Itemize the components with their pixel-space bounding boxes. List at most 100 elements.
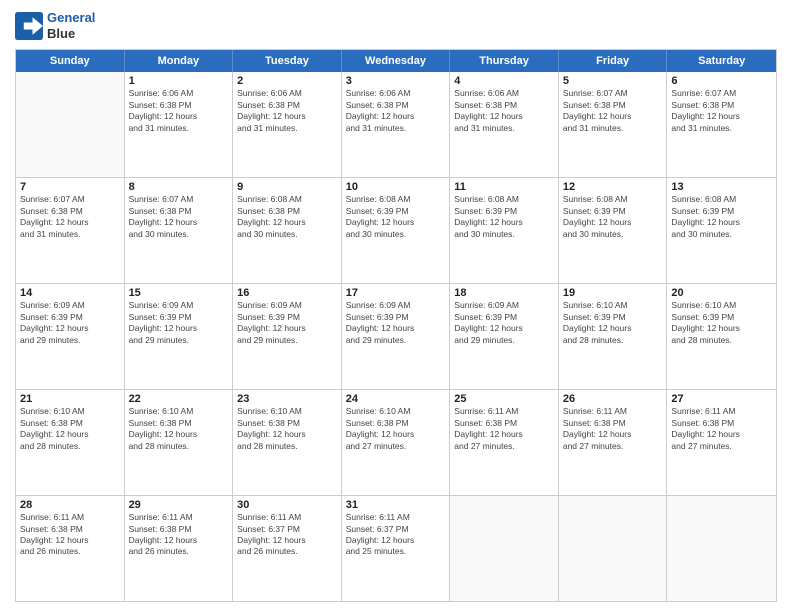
- calendar-cell: 2Sunrise: 6:06 AM Sunset: 6:38 PM Daylig…: [233, 72, 342, 177]
- calendar-cell: 6Sunrise: 6:07 AM Sunset: 6:38 PM Daylig…: [667, 72, 776, 177]
- day-info: Sunrise: 6:10 AM Sunset: 6:38 PM Dayligh…: [346, 406, 446, 452]
- day-info: Sunrise: 6:07 AM Sunset: 6:38 PM Dayligh…: [563, 88, 663, 134]
- header: General Blue: [15, 10, 777, 41]
- day-number: 7: [20, 181, 120, 193]
- day-info: Sunrise: 6:07 AM Sunset: 6:38 PM Dayligh…: [20, 194, 120, 240]
- logo: General Blue: [15, 10, 95, 41]
- calendar-cell: [667, 496, 776, 601]
- day-info: Sunrise: 6:08 AM Sunset: 6:39 PM Dayligh…: [671, 194, 772, 240]
- day-info: Sunrise: 6:10 AM Sunset: 6:39 PM Dayligh…: [671, 300, 772, 346]
- calendar-cell: 10Sunrise: 6:08 AM Sunset: 6:39 PM Dayli…: [342, 178, 451, 283]
- calendar-cell: 12Sunrise: 6:08 AM Sunset: 6:39 PM Dayli…: [559, 178, 668, 283]
- day-info: Sunrise: 6:08 AM Sunset: 6:38 PM Dayligh…: [237, 194, 337, 240]
- day-info: Sunrise: 6:06 AM Sunset: 6:38 PM Dayligh…: [237, 88, 337, 134]
- calendar-cell: 3Sunrise: 6:06 AM Sunset: 6:38 PM Daylig…: [342, 72, 451, 177]
- day-info: Sunrise: 6:06 AM Sunset: 6:38 PM Dayligh…: [346, 88, 446, 134]
- day-number: 1: [129, 75, 229, 87]
- day-number: 2: [237, 75, 337, 87]
- day-info: Sunrise: 6:11 AM Sunset: 6:38 PM Dayligh…: [129, 512, 229, 558]
- day-number: 16: [237, 287, 337, 299]
- calendar-cell: [16, 72, 125, 177]
- calendar-cell: 15Sunrise: 6:09 AM Sunset: 6:39 PM Dayli…: [125, 284, 234, 389]
- day-info: Sunrise: 6:06 AM Sunset: 6:38 PM Dayligh…: [454, 88, 554, 134]
- day-header-friday: Friday: [559, 50, 668, 72]
- day-info: Sunrise: 6:11 AM Sunset: 6:38 PM Dayligh…: [454, 406, 554, 452]
- calendar-cell: 11Sunrise: 6:08 AM Sunset: 6:39 PM Dayli…: [450, 178, 559, 283]
- day-info: Sunrise: 6:11 AM Sunset: 6:38 PM Dayligh…: [563, 406, 663, 452]
- day-info: Sunrise: 6:09 AM Sunset: 6:39 PM Dayligh…: [237, 300, 337, 346]
- day-number: 14: [20, 287, 120, 299]
- day-info: Sunrise: 6:10 AM Sunset: 6:38 PM Dayligh…: [129, 406, 229, 452]
- day-info: Sunrise: 6:10 AM Sunset: 6:38 PM Dayligh…: [20, 406, 120, 452]
- day-header-saturday: Saturday: [667, 50, 776, 72]
- day-number: 10: [346, 181, 446, 193]
- calendar-cell: 16Sunrise: 6:09 AM Sunset: 6:39 PM Dayli…: [233, 284, 342, 389]
- day-info: Sunrise: 6:11 AM Sunset: 6:37 PM Dayligh…: [346, 512, 446, 558]
- page: General Blue SundayMondayTuesdayWednesda…: [0, 0, 792, 612]
- calendar-cell: 17Sunrise: 6:09 AM Sunset: 6:39 PM Dayli…: [342, 284, 451, 389]
- calendar-cell: 13Sunrise: 6:08 AM Sunset: 6:39 PM Dayli…: [667, 178, 776, 283]
- calendar-cell: 14Sunrise: 6:09 AM Sunset: 6:39 PM Dayli…: [16, 284, 125, 389]
- day-number: 25: [454, 393, 554, 405]
- day-info: Sunrise: 6:09 AM Sunset: 6:39 PM Dayligh…: [20, 300, 120, 346]
- calendar-cell: 29Sunrise: 6:11 AM Sunset: 6:38 PM Dayli…: [125, 496, 234, 601]
- day-number: 12: [563, 181, 663, 193]
- calendar-cell: 1Sunrise: 6:06 AM Sunset: 6:38 PM Daylig…: [125, 72, 234, 177]
- day-number: 6: [671, 75, 772, 87]
- day-number: 17: [346, 287, 446, 299]
- day-info: Sunrise: 6:10 AM Sunset: 6:39 PM Dayligh…: [563, 300, 663, 346]
- day-info: Sunrise: 6:08 AM Sunset: 6:39 PM Dayligh…: [454, 194, 554, 240]
- day-number: 11: [454, 181, 554, 193]
- calendar-row: 7Sunrise: 6:07 AM Sunset: 6:38 PM Daylig…: [16, 177, 776, 283]
- calendar-cell: 7Sunrise: 6:07 AM Sunset: 6:38 PM Daylig…: [16, 178, 125, 283]
- day-number: 29: [129, 499, 229, 511]
- calendar-cell: 26Sunrise: 6:11 AM Sunset: 6:38 PM Dayli…: [559, 390, 668, 495]
- calendar-cell: 8Sunrise: 6:07 AM Sunset: 6:38 PM Daylig…: [125, 178, 234, 283]
- calendar-cell: [450, 496, 559, 601]
- day-info: Sunrise: 6:09 AM Sunset: 6:39 PM Dayligh…: [346, 300, 446, 346]
- day-info: Sunrise: 6:11 AM Sunset: 6:38 PM Dayligh…: [671, 406, 772, 452]
- day-number: 20: [671, 287, 772, 299]
- day-header-tuesday: Tuesday: [233, 50, 342, 72]
- calendar-cell: 21Sunrise: 6:10 AM Sunset: 6:38 PM Dayli…: [16, 390, 125, 495]
- day-info: Sunrise: 6:10 AM Sunset: 6:38 PM Dayligh…: [237, 406, 337, 452]
- calendar-body: 1Sunrise: 6:06 AM Sunset: 6:38 PM Daylig…: [16, 72, 776, 601]
- calendar-cell: 27Sunrise: 6:11 AM Sunset: 6:38 PM Dayli…: [667, 390, 776, 495]
- calendar-cell: 23Sunrise: 6:10 AM Sunset: 6:38 PM Dayli…: [233, 390, 342, 495]
- day-number: 21: [20, 393, 120, 405]
- calendar-cell: 19Sunrise: 6:10 AM Sunset: 6:39 PM Dayli…: [559, 284, 668, 389]
- calendar-cell: 4Sunrise: 6:06 AM Sunset: 6:38 PM Daylig…: [450, 72, 559, 177]
- day-number: 30: [237, 499, 337, 511]
- calendar-cell: 5Sunrise: 6:07 AM Sunset: 6:38 PM Daylig…: [559, 72, 668, 177]
- day-info: Sunrise: 6:08 AM Sunset: 6:39 PM Dayligh…: [563, 194, 663, 240]
- calendar-row: 28Sunrise: 6:11 AM Sunset: 6:38 PM Dayli…: [16, 495, 776, 601]
- day-number: 15: [129, 287, 229, 299]
- day-number: 23: [237, 393, 337, 405]
- calendar-header: SundayMondayTuesdayWednesdayThursdayFrid…: [16, 50, 776, 72]
- day-info: Sunrise: 6:08 AM Sunset: 6:39 PM Dayligh…: [346, 194, 446, 240]
- day-info: Sunrise: 6:07 AM Sunset: 6:38 PM Dayligh…: [671, 88, 772, 134]
- calendar-cell: 9Sunrise: 6:08 AM Sunset: 6:38 PM Daylig…: [233, 178, 342, 283]
- day-header-sunday: Sunday: [16, 50, 125, 72]
- calendar-row: 1Sunrise: 6:06 AM Sunset: 6:38 PM Daylig…: [16, 72, 776, 177]
- logo-text: General Blue: [47, 10, 95, 41]
- calendar-cell: 30Sunrise: 6:11 AM Sunset: 6:37 PM Dayli…: [233, 496, 342, 601]
- day-info: Sunrise: 6:07 AM Sunset: 6:38 PM Dayligh…: [129, 194, 229, 240]
- day-number: 9: [237, 181, 337, 193]
- calendar-cell: [559, 496, 668, 601]
- day-header-thursday: Thursday: [450, 50, 559, 72]
- day-number: 18: [454, 287, 554, 299]
- day-header-wednesday: Wednesday: [342, 50, 451, 72]
- day-info: Sunrise: 6:06 AM Sunset: 6:38 PM Dayligh…: [129, 88, 229, 134]
- calendar-cell: 24Sunrise: 6:10 AM Sunset: 6:38 PM Dayli…: [342, 390, 451, 495]
- day-info: Sunrise: 6:11 AM Sunset: 6:38 PM Dayligh…: [20, 512, 120, 558]
- calendar-cell: 22Sunrise: 6:10 AM Sunset: 6:38 PM Dayli…: [125, 390, 234, 495]
- day-number: 5: [563, 75, 663, 87]
- day-number: 19: [563, 287, 663, 299]
- day-number: 27: [671, 393, 772, 405]
- calendar-cell: 28Sunrise: 6:11 AM Sunset: 6:38 PM Dayli…: [16, 496, 125, 601]
- calendar: SundayMondayTuesdayWednesdayThursdayFrid…: [15, 49, 777, 602]
- day-number: 28: [20, 499, 120, 511]
- day-number: 13: [671, 181, 772, 193]
- day-number: 3: [346, 75, 446, 87]
